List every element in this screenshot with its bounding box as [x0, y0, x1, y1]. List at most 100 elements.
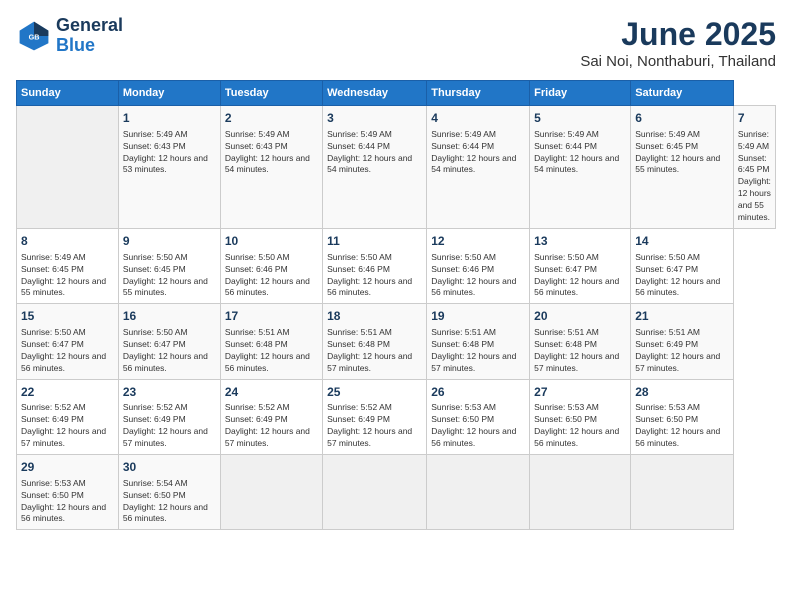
day-number: 9 [123, 233, 216, 250]
day-cell [220, 455, 322, 530]
header: GB General Blue June 2025 Sai Noi, Nonth… [16, 16, 776, 70]
day-cell: 9 Sunrise: 5:50 AMSunset: 6:45 PMDaylight… [118, 228, 220, 303]
day-info: Sunrise: 5:49 AMSunset: 6:44 PMDaylight:… [431, 129, 525, 177]
col-header-wednesday: Wednesday [323, 81, 427, 106]
day-cell [427, 455, 530, 530]
day-cell [323, 455, 427, 530]
day-info: Sunrise: 5:50 AMSunset: 6:47 PMDaylight:… [123, 327, 216, 375]
day-info: Sunrise: 5:49 AMSunset: 6:43 PMDaylight:… [225, 129, 318, 177]
day-cell: 17 Sunrise: 5:51 AMSunset: 6:48 PMDayligh… [220, 304, 322, 379]
day-info: Sunrise: 5:54 AMSunset: 6:50 PMDaylight:… [123, 478, 216, 526]
day-cell: 2 Sunrise: 5:49 AMSunset: 6:43 PMDaylight… [220, 106, 322, 229]
day-number: 19 [431, 308, 525, 325]
week-row-4: 22Sunrise: 5:52 AMSunset: 6:49 PMDayligh… [17, 379, 776, 454]
day-number: 6 [635, 110, 729, 127]
day-cell [530, 455, 631, 530]
day-cell: 3 Sunrise: 5:49 AMSunset: 6:44 PMDaylight… [323, 106, 427, 229]
col-header-saturday: Saturday [631, 81, 734, 106]
day-info: Sunrise: 5:52 AMSunset: 6:49 PMDaylight:… [225, 402, 318, 450]
day-cell: 12 Sunrise: 5:50 AMSunset: 6:46 PMDayligh… [427, 228, 530, 303]
day-number: 16 [123, 308, 216, 325]
col-header-tuesday: Tuesday [220, 81, 322, 106]
day-cell: 15Sunrise: 5:50 AMSunset: 6:47 PMDayligh… [17, 304, 119, 379]
calendar-table: SundayMondayTuesdayWednesdayThursdayFrid… [16, 80, 776, 530]
day-number: 17 [225, 308, 318, 325]
day-number: 5 [534, 110, 626, 127]
day-cell: 26Sunrise: 5:53 AMSunset: 6:50 PMDayligh… [427, 379, 530, 454]
day-cell: 13Sunrise: 5:50 AMSunset: 6:47 PMDayligh… [530, 228, 631, 303]
day-info: Sunrise: 5:51 AMSunset: 6:48 PMDaylight:… [431, 327, 525, 375]
location-title: Sai Noi, Nonthaburi, Thailand [580, 53, 776, 70]
day-cell: 11 Sunrise: 5:50 AMSunset: 6:46 PMDayligh… [323, 228, 427, 303]
col-header-monday: Monday [118, 81, 220, 106]
day-cell: 7Sunrise: 5:49 AMSunset: 6:45 PMDaylight… [733, 106, 775, 229]
col-header-friday: Friday [530, 81, 631, 106]
day-number: 28 [635, 384, 729, 401]
day-number: 12 [431, 233, 525, 250]
day-cell: 27Sunrise: 5:53 AMSunset: 6:50 PMDayligh… [530, 379, 631, 454]
day-cell: 22Sunrise: 5:52 AMSunset: 6:49 PMDayligh… [17, 379, 119, 454]
day-number: 8 [21, 233, 114, 250]
day-number: 2 [225, 110, 318, 127]
day-cell: 28Sunrise: 5:53 AMSunset: 6:50 PMDayligh… [631, 379, 734, 454]
day-info: Sunrise: 5:53 AMSunset: 6:50 PMDaylight:… [21, 478, 114, 526]
day-number: 4 [431, 110, 525, 127]
day-info: Sunrise: 5:50 AMSunset: 6:47 PMDaylight:… [534, 252, 626, 300]
day-info: Sunrise: 5:51 AMSunset: 6:48 PMDaylight:… [225, 327, 318, 375]
day-info: Sunrise: 5:52 AMSunset: 6:49 PMDaylight:… [21, 402, 114, 450]
day-cell: 19 Sunrise: 5:51 AMSunset: 6:48 PMDayligh… [427, 304, 530, 379]
day-info: Sunrise: 5:53 AMSunset: 6:50 PMDaylight:… [534, 402, 626, 450]
day-cell: 24Sunrise: 5:52 AMSunset: 6:49 PMDayligh… [220, 379, 322, 454]
day-info: Sunrise: 5:49 AMSunset: 6:45 PMDaylight:… [635, 129, 729, 177]
day-cell: 25Sunrise: 5:52 AMSunset: 6:49 PMDayligh… [323, 379, 427, 454]
header-row: SundayMondayTuesdayWednesdayThursdayFrid… [17, 81, 776, 106]
day-info: Sunrise: 5:53 AMSunset: 6:50 PMDaylight:… [431, 402, 525, 450]
logo-icon: GB [16, 18, 52, 54]
day-cell: 1Sunrise: 5:49 AMSunset: 6:43 PMDaylight… [118, 106, 220, 229]
day-cell: 8 Sunrise: 5:49 AMSunset: 6:45 PMDaylight… [17, 228, 119, 303]
logo-line1: General [56, 16, 123, 36]
svg-text:GB: GB [29, 32, 40, 41]
day-info: Sunrise: 5:51 AMSunset: 6:48 PMDaylight:… [534, 327, 626, 375]
day-number: 11 [327, 233, 422, 250]
day-info: Sunrise: 5:52 AMSunset: 6:49 PMDaylight:… [327, 402, 422, 450]
day-number: 15 [21, 308, 114, 325]
day-number: 3 [327, 110, 422, 127]
day-number: 21 [635, 308, 729, 325]
day-info: Sunrise: 5:52 AMSunset: 6:49 PMDaylight:… [123, 402, 216, 450]
day-cell: 18 Sunrise: 5:51 AMSunset: 6:48 PMDayligh… [323, 304, 427, 379]
day-number: 26 [431, 384, 525, 401]
day-info: Sunrise: 5:50 AMSunset: 6:47 PMDaylight:… [635, 252, 729, 300]
day-number: 22 [21, 384, 114, 401]
week-row-2: 8 Sunrise: 5:49 AMSunset: 6:45 PMDaylight… [17, 228, 776, 303]
day-cell: 23Sunrise: 5:52 AMSunset: 6:49 PMDayligh… [118, 379, 220, 454]
day-cell: 29Sunrise: 5:53 AMSunset: 6:50 PMDayligh… [17, 455, 119, 530]
day-info: Sunrise: 5:53 AMSunset: 6:50 PMDaylight:… [635, 402, 729, 450]
week-row-3: 15 Sunrise: 5:50 AMSunset: 6:47 PMDayligh… [17, 304, 776, 379]
day-number: 30 [123, 459, 216, 476]
day-number: 10 [225, 233, 318, 250]
title-area: June 2025 Sai Noi, Nonthaburi, Thailand [580, 16, 776, 70]
col-header-thursday: Thursday [427, 81, 530, 106]
day-number: 14 [635, 233, 729, 250]
day-info: Sunrise: 5:50 AMSunset: 6:45 PMDaylight:… [123, 252, 216, 300]
week-row-5: 29Sunrise: 5:53 AMSunset: 6:50 PMDayligh… [17, 455, 776, 530]
day-info: Sunrise: 5:49 AMSunset: 6:45 PMDaylight:… [21, 252, 114, 300]
logo: GB General Blue [16, 16, 123, 56]
day-cell [631, 455, 734, 530]
day-info: Sunrise: 5:50 AMSunset: 6:46 PMDaylight:… [327, 252, 422, 300]
day-number: 20 [534, 308, 626, 325]
logo-line2: Blue [56, 36, 123, 56]
day-info: Sunrise: 5:50 AMSunset: 6:46 PMDaylight:… [225, 252, 318, 300]
day-number: 1 [123, 110, 216, 127]
day-number: 23 [123, 384, 216, 401]
day-info: Sunrise: 5:49 AMSunset: 6:44 PMDaylight:… [327, 129, 422, 177]
day-cell: 16 Sunrise: 5:50 AMSunset: 6:47 PMDayligh… [118, 304, 220, 379]
day-number: 25 [327, 384, 422, 401]
day-info: Sunrise: 5:50 AMSunset: 6:46 PMDaylight:… [431, 252, 525, 300]
logo-text: General Blue [56, 16, 123, 56]
day-info: Sunrise: 5:51 AMSunset: 6:48 PMDaylight:… [327, 327, 422, 375]
day-cell: 5Sunrise: 5:49 AMSunset: 6:44 PMDaylight… [530, 106, 631, 229]
day-number: 18 [327, 308, 422, 325]
day-number: 27 [534, 384, 626, 401]
